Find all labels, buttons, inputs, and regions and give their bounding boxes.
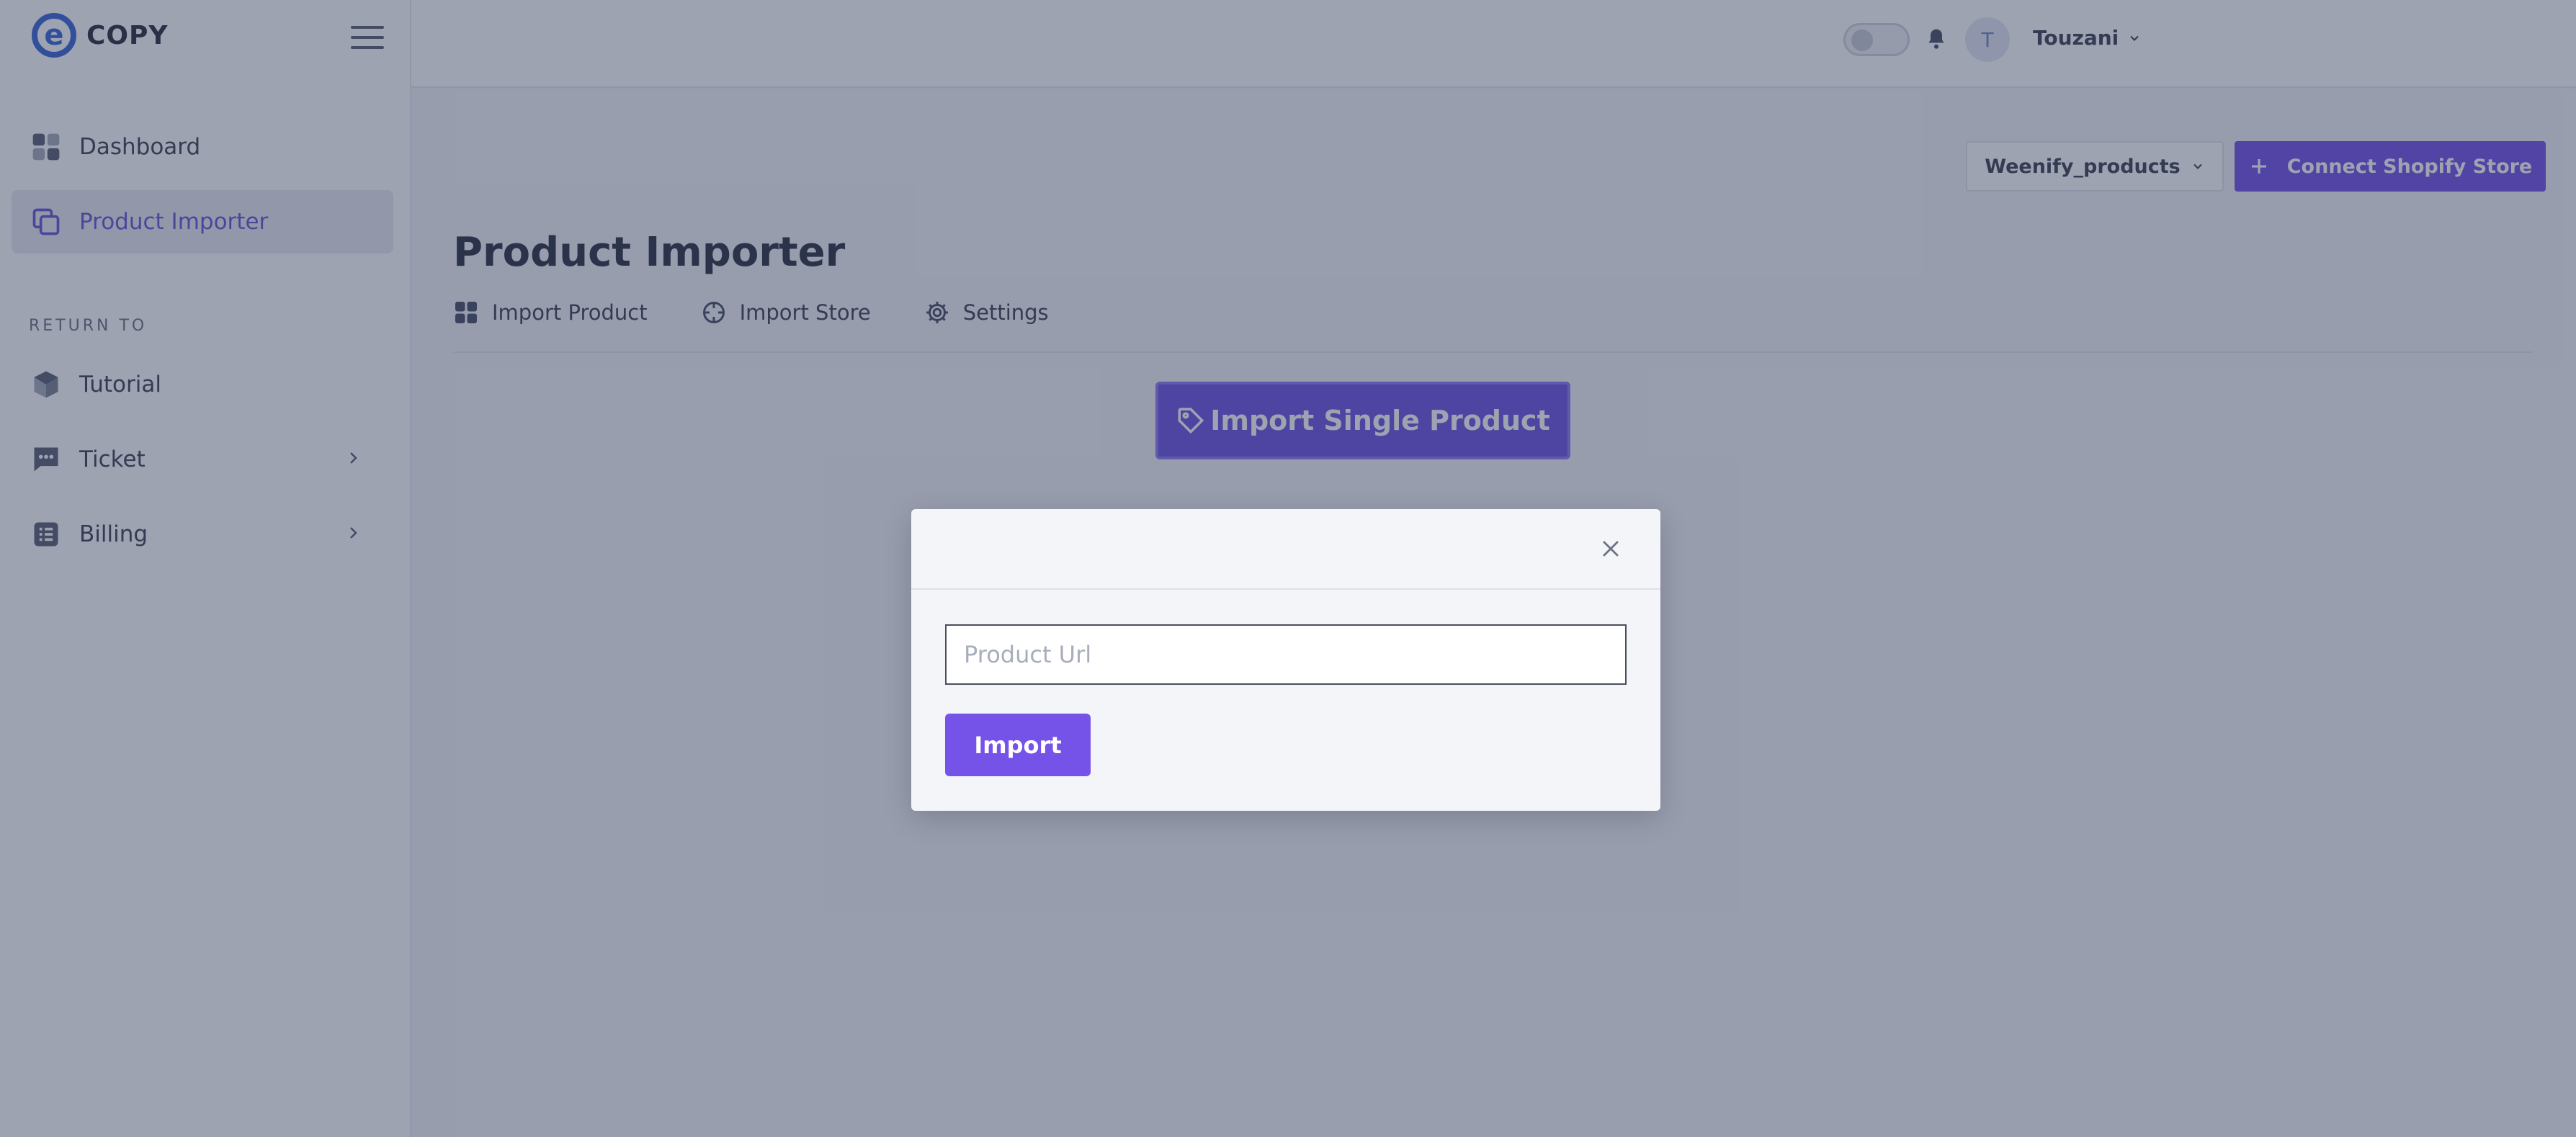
close-icon[interactable]	[1598, 536, 1623, 561]
product-url-input[interactable]	[945, 624, 1627, 685]
modal-header	[911, 509, 1660, 590]
import-modal: Import	[911, 509, 1660, 811]
import-button[interactable]: Import	[945, 714, 1091, 776]
import-button-label: Import	[974, 731, 1062, 759]
